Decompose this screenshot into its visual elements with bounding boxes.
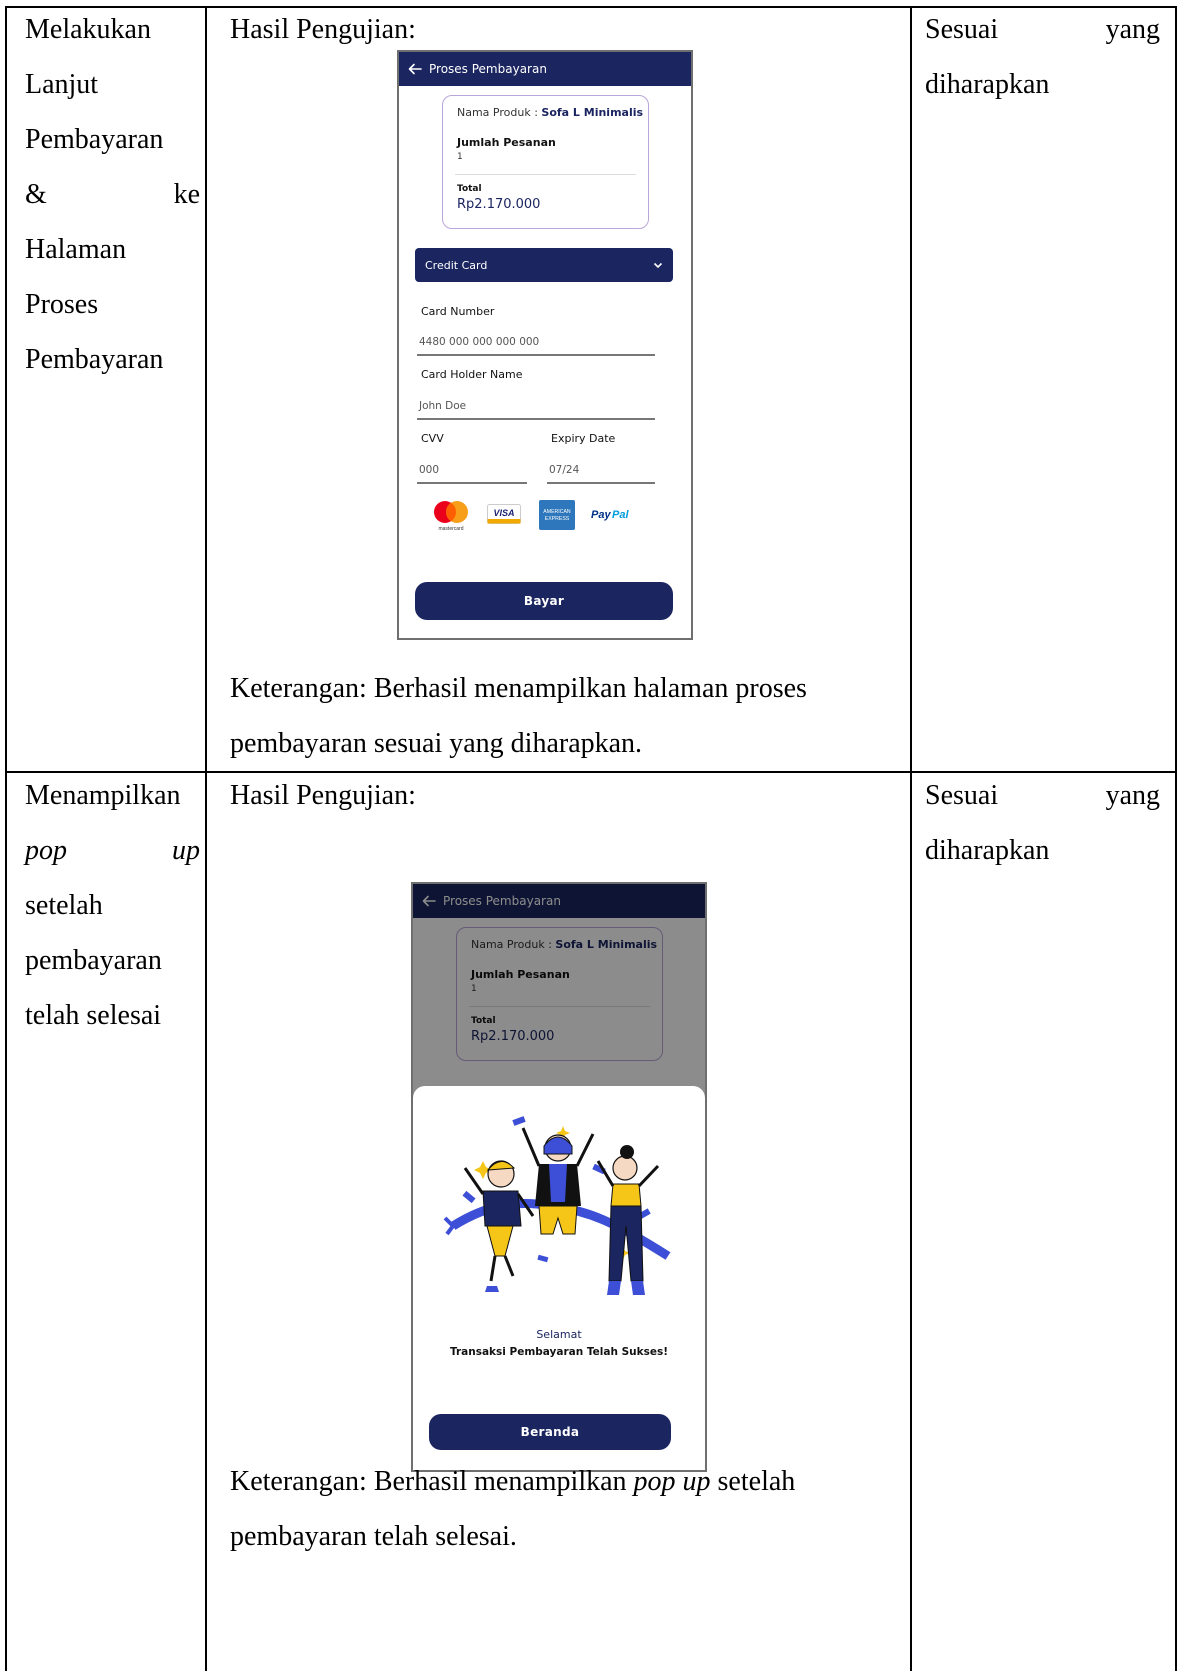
popup-message: Transaksi Pembayaran Telah Sukses! — [449, 1346, 669, 1358]
note-suffix: setelah — [710, 1466, 796, 1497]
summary-divider — [455, 174, 636, 175]
card-number-label: Card Number — [421, 305, 495, 318]
card-holder-label: Card Holder Name — [421, 368, 523, 381]
card-holder-input[interactable]: John Doe — [419, 400, 466, 412]
svg-text:VISA: VISA — [493, 508, 514, 518]
quantity-value: 1 — [457, 152, 463, 162]
row2-scenario-line: setelah — [25, 890, 103, 921]
cvv-underline — [417, 482, 527, 484]
row2-note-line2: pembayaran telah selesai. — [230, 1521, 517, 1552]
status-word: yang — [1105, 780, 1160, 811]
table-column-divider-1 — [205, 6, 207, 1671]
expiry-label: Expiry Date — [551, 432, 616, 445]
status-word: yang — [1105, 14, 1160, 45]
card-holder-underline — [417, 418, 655, 420]
card-number-input[interactable]: 4480 000 000 000 000 — [419, 336, 539, 348]
svg-text:EXPRESS: EXPRESS — [545, 516, 570, 522]
note-prefix: Keterangan: Berhasil menampilkan — [230, 1466, 634, 1497]
svg-text:mastercard: mastercard — [438, 526, 463, 532]
total-label: Total — [457, 184, 482, 194]
svg-text:AMERICAN: AMERICAN — [543, 509, 571, 515]
cvv-input[interactable]: 000 — [419, 464, 439, 476]
row1-scenario-line: Pembayaran — [25, 124, 164, 155]
table-border-right — [1175, 6, 1177, 1671]
row2-status-line2: diharapkan — [925, 835, 1050, 866]
product-row: Nama Produk : Sofa L Minimalis — [457, 106, 643, 119]
payment-method-dropdown[interactable]: Credit Card — [415, 248, 673, 282]
table-column-divider-2 — [910, 6, 912, 1671]
ke-text: ke — [173, 179, 200, 210]
row1-status-line2: diharapkan — [925, 69, 1050, 100]
back-arrow-icon[interactable] — [407, 61, 423, 77]
expiry-input[interactable]: 07/24 — [549, 464, 579, 476]
paypal-icon: Pay Pal — [591, 509, 629, 521]
row1-scenario-line: Lanjut — [25, 69, 99, 100]
row1-scenario-line: Pembayaran — [25, 344, 164, 375]
quantity-label: Jumlah Pesanan — [457, 136, 556, 149]
home-button[interactable]: Beranda — [429, 1414, 671, 1450]
row2-note-line1: Keterangan: Berhasil menampilkan pop up … — [230, 1454, 795, 1509]
app-bar-title: Proses Pembayaran — [429, 62, 547, 76]
product-label: Nama Produk : — [457, 106, 542, 119]
table-border-left — [5, 6, 7, 1671]
total-value: Rp2.170.000 — [457, 197, 541, 212]
row1-status: Sesuai yang — [925, 2, 1160, 57]
svg-text:Pal: Pal — [612, 509, 629, 521]
row2-scenario-line: telah selesai — [25, 1000, 162, 1031]
row2-result-heading: Hasil Pengujian: — [230, 780, 416, 811]
status-word: Sesuai — [925, 780, 999, 811]
chevron-down-icon — [653, 262, 663, 269]
success-bottom-sheet: Selamat Transaksi Pembayaran Telah Sukse… — [413, 1086, 705, 1470]
order-summary-card: Nama Produk : Sofa L Minimalis Jumlah Pe… — [442, 95, 649, 229]
row1-note-line1: Keterangan: Berhasil menampilkan halaman… — [230, 673, 807, 704]
popup-title: Selamat — [536, 1328, 582, 1341]
status-word: Sesuai — [925, 14, 999, 45]
svg-text:Pay: Pay — [591, 509, 611, 521]
row2-scenario-line: Menampilkan — [25, 780, 181, 811]
row1-scenario-line: & ke — [25, 167, 200, 222]
row2-scenario-line: pembayaran — [25, 945, 162, 976]
product-name: Sofa L Minimalis — [541, 106, 644, 119]
row2-scenario-line: pop up — [25, 823, 200, 878]
pay-button[interactable]: Bayar — [415, 582, 673, 620]
up-text: up — [172, 835, 200, 866]
note-italic: pop up — [633, 1466, 711, 1497]
row2-status: Sesuai yang — [925, 768, 1160, 823]
row1-note-line2: pembayaran sesuai yang diharapkan. — [230, 728, 643, 759]
row1-scenario-line: Melakukan — [25, 14, 151, 45]
pop-text: pop — [25, 835, 67, 866]
row1-result-heading: Hasil Pengujian: — [230, 14, 416, 45]
app-bar: Proses Pembayaran — [399, 52, 691, 86]
payment-screen-screenshot: Proses Pembayaran Nama Produk : Sofa L M… — [397, 50, 693, 640]
success-popup-screenshot: Proses Pembayaran Nama Produk : Sofa L M… — [411, 882, 707, 1472]
celebration-illustration — [443, 1116, 671, 1295]
row1-scenario-line: Proses — [25, 289, 99, 320]
expiry-underline — [547, 482, 655, 484]
ampersand-text: & — [25, 179, 47, 210]
cvv-label: CVV — [421, 432, 444, 445]
american-express-icon: AMERICAN EXPRESS — [539, 500, 575, 530]
visa-icon: VISA — [487, 504, 521, 524]
mastercard-icon: mastercard — [434, 501, 468, 532]
payment-method-value: Credit Card — [425, 258, 488, 272]
card-number-underline — [417, 354, 655, 356]
row1-scenario-line: Halaman — [25, 234, 127, 265]
